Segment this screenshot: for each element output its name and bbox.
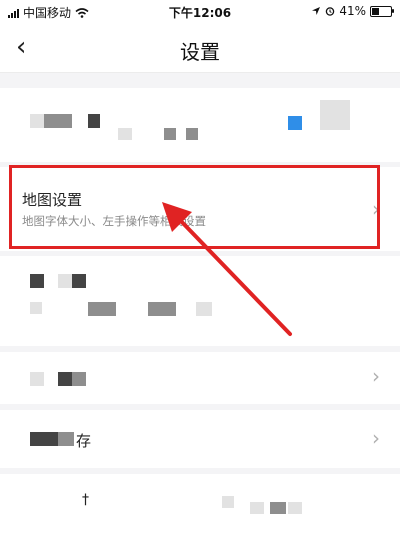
map-settings-description: 地图字体大小、左手操作等相关设置 [22,214,206,228]
blurred-text [44,114,72,128]
blurred-avatar [320,100,350,130]
map-settings-label: 地图设置 [22,191,83,209]
blurred-text [72,274,86,288]
blurred-text [30,432,58,446]
blurred-text [58,372,72,386]
storage-row[interactable]: › [0,410,400,468]
blurred-text [164,128,176,140]
settings-row-blurred-3[interactable]: › [0,352,400,404]
settings-row-blurred-2[interactable] [0,256,400,346]
blurred-text [30,114,44,128]
alarm-icon [326,7,335,16]
location-icon [312,7,321,15]
status-right: 41% [311,4,394,18]
status-indicator [288,116,302,130]
blurred-text [118,128,132,140]
blurred-text [30,372,44,386]
status-bar: 中国移动 下午12:06 41% [0,0,400,24]
nav-bar: ‹ 设置 [0,24,400,73]
blurred-text [288,502,302,514]
page-title: 设置 [180,40,220,64]
chevron-right-icon: › [372,364,380,388]
blurred-text [196,302,212,316]
settings-row-blurred-4[interactable] [0,474,400,540]
blurred-text [186,128,198,140]
blurred-text [72,372,86,386]
battery-fill [372,7,380,15]
chevron-right-icon: › [372,426,380,450]
storage-label: 存 [76,432,92,450]
map-settings-row[interactable]: 地图设置 地图字体大小、左手操作等相关设置 › [0,167,400,251]
blurred-text [148,302,176,316]
chevron-right-icon: › [372,197,380,221]
blurred-text [250,502,264,514]
blurred-text [58,432,74,446]
blurred-text [30,302,42,314]
blurred-text [88,114,100,128]
blurred-text [58,274,72,288]
battery-percent: 41% [339,4,366,18]
blurred-text [270,502,286,514]
blurred-text [88,302,116,316]
battery-icon [370,5,394,17]
blurred-text [30,274,44,288]
settings-row-blurred-1[interactable] [0,88,400,162]
bottom-row-glyph: † [82,492,89,508]
blurred-text [222,496,234,508]
